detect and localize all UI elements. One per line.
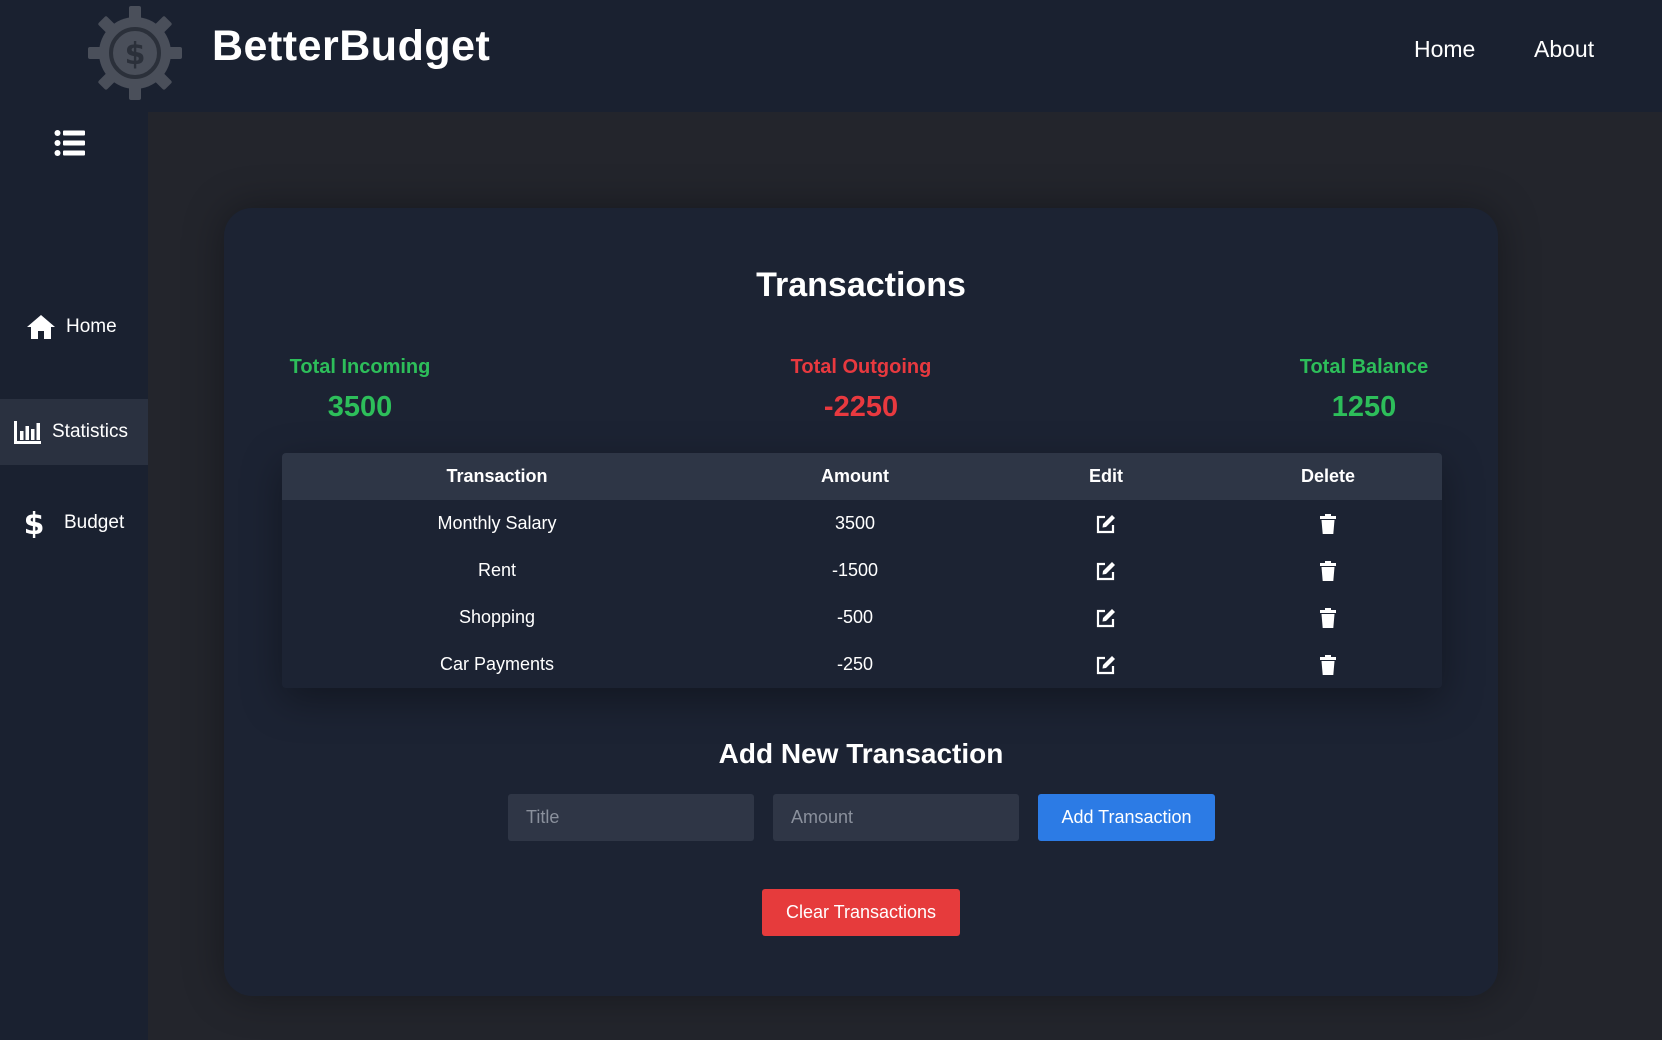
trash-icon[interactable] <box>1317 513 1339 535</box>
page-title: Transactions <box>756 266 966 304</box>
edit-icon[interactable] <box>1095 560 1117 582</box>
top-header: $ BetterBudget Home About <box>0 0 1662 112</box>
top-nav-about-link[interactable]: About <box>1534 36 1594 63</box>
clear-transactions-button[interactable]: Clear Transactions <box>762 889 960 936</box>
trash-icon[interactable] <box>1317 607 1339 629</box>
total-balance-label: Total Balance <box>1299 356 1429 378</box>
table-row: Car Payments -250 <box>282 641 1442 688</box>
transactions-card: Transactions Total Incoming 3500 Total O… <box>224 208 1498 996</box>
list-menu-icon[interactable] <box>54 128 86 158</box>
sidebar-item-label: Budget <box>64 512 125 533</box>
edit-icon[interactable] <box>1095 607 1117 629</box>
edit-icon[interactable] <box>1095 654 1117 676</box>
transaction-amount: -500 <box>712 594 998 641</box>
bar-chart-icon <box>12 417 42 447</box>
total-outgoing-summary: Total Outgoing -2250 <box>781 356 941 424</box>
sidebar-item-home[interactable]: Home <box>0 294 148 360</box>
total-balance-summary: Total Balance 1250 <box>1284 356 1444 424</box>
total-outgoing-value: -2250 <box>823 391 899 423</box>
transaction-amount: 3500 <box>712 500 998 547</box>
sidebar-item-label: Statistics <box>52 421 129 442</box>
transaction-amount: -1500 <box>712 547 998 594</box>
trash-icon[interactable] <box>1317 560 1339 582</box>
table-row: Rent -1500 <box>282 547 1442 594</box>
transaction-title: Shopping <box>282 594 712 641</box>
total-outgoing-label: Total Outgoing <box>790 356 932 378</box>
brand-title: BetterBudget <box>212 22 491 70</box>
trash-icon[interactable] <box>1317 654 1339 676</box>
transactions-table: Transaction Amount Edit Delete Monthly S… <box>282 453 1442 688</box>
add-transaction-button[interactable]: Add Transaction <box>1038 794 1215 841</box>
dollar-icon: $ <box>24 507 54 542</box>
table-row: Shopping -500 <box>282 594 1442 641</box>
sidebar-item-statistics[interactable]: Statistics <box>0 399 148 465</box>
total-balance-value: 1250 <box>1331 391 1397 423</box>
column-header-delete: Delete <box>1214 453 1442 500</box>
edit-icon[interactable] <box>1095 513 1117 535</box>
amount-input[interactable] <box>773 794 1019 841</box>
table-header-row: Transaction Amount Edit Delete <box>282 453 1442 500</box>
sidebar-item-label: Home <box>66 316 117 337</box>
top-nav-home-link[interactable]: Home <box>1414 36 1475 63</box>
column-header-amount: Amount <box>712 453 998 500</box>
column-header-edit: Edit <box>998 453 1214 500</box>
dollar-gear-icon: $ <box>84 2 186 104</box>
transaction-title: Monthly Salary <box>282 500 712 547</box>
add-transaction-title: Add New Transaction <box>718 738 1004 769</box>
svg-text:$: $ <box>125 37 146 72</box>
total-incoming-label: Total Incoming <box>289 356 431 378</box>
total-incoming-value: 3500 <box>327 391 393 423</box>
transaction-title: Car Payments <box>282 641 712 688</box>
transaction-title: Rent <box>282 547 712 594</box>
home-icon <box>26 312 56 342</box>
table-row: Monthly Salary 3500 <box>282 500 1442 547</box>
total-incoming-summary: Total Incoming 3500 <box>280 356 440 424</box>
sidebar-item-budget[interactable]: $ Budget <box>0 490 148 556</box>
title-input[interactable] <box>508 794 754 841</box>
svg-text:$: $ <box>24 508 44 538</box>
transaction-amount: -250 <box>712 641 998 688</box>
column-header-transaction: Transaction <box>282 453 712 500</box>
sidebar: Home Statistics $ Budget <box>0 112 148 1040</box>
